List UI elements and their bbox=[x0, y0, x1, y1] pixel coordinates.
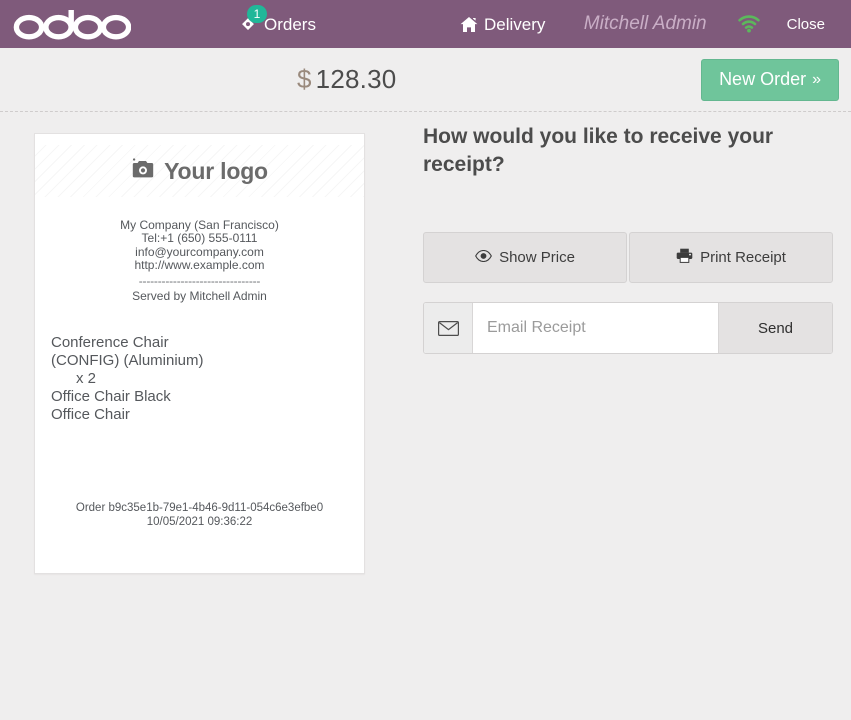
company-phone: Tel:+1 (650) 555-0111 bbox=[141, 231, 258, 246]
order-datetime: 10/05/2021 09:36:22 bbox=[146, 516, 253, 528]
eye-icon bbox=[475, 249, 492, 266]
show-price-label: Show Price bbox=[499, 249, 575, 266]
new-order-label: New Order bbox=[719, 69, 807, 89]
orders-button[interactable]: 1 Orders bbox=[224, 0, 330, 48]
total-value: 128.30 bbox=[315, 64, 397, 94]
currency-symbol: $ bbox=[297, 64, 312, 94]
orderline-product: (CONFIG) (Aluminium) bbox=[51, 351, 204, 369]
receipt-divider-top: -------------------------------- bbox=[138, 273, 261, 288]
receipt-logo-text: Your logo bbox=[164, 157, 268, 184]
email-receipt-input[interactable] bbox=[473, 303, 718, 353]
printer-icon bbox=[676, 248, 693, 267]
company-name: My Company (San Francisco) bbox=[120, 218, 279, 232]
orderline-product: Office Chair Black bbox=[51, 387, 171, 405]
new-order-button[interactable]: New Order » bbox=[701, 58, 839, 101]
topbar-right-group: Mitchell Admin Close bbox=[568, 0, 851, 48]
order-reference: Order b9c35e1b-79e1-4b46-9d11-054c6e3efb… bbox=[75, 502, 324, 514]
chevron-double-right-icon: » bbox=[812, 70, 821, 88]
orders-count-badge: 1 bbox=[247, 5, 267, 23]
print-receipt-label: Print Receipt bbox=[700, 249, 786, 266]
send-email-button[interactable]: Send bbox=[718, 303, 832, 353]
delivery-button[interactable]: Delivery bbox=[446, 0, 559, 48]
receipt-actions-panel: How would you like to receive your recei… bbox=[423, 112, 833, 354]
receipt-orderlines: Conference Chair (CONFIG) (Aluminium) x … bbox=[35, 334, 364, 424]
home-icon bbox=[460, 16, 478, 33]
orderline-product: Conference Chair bbox=[51, 333, 169, 351]
current-user-name[interactable]: Mitchell Admin bbox=[568, 13, 723, 35]
pos-top-header: 1 Orders Delivery Mitchell Admin Close bbox=[0, 0, 851, 48]
wifi-icon[interactable] bbox=[723, 15, 775, 33]
odoo-logo[interactable] bbox=[8, 8, 136, 40]
delivery-label: Delivery bbox=[483, 14, 546, 34]
receipt-served-by: Served by Mitchell Admin bbox=[132, 288, 267, 303]
receipt-logo-placeholder: Your logo bbox=[35, 145, 364, 197]
close-button[interactable]: Close bbox=[775, 16, 837, 33]
receipt-action-buttons: Show Price Print Receipt bbox=[423, 232, 833, 283]
pos-subheader: $128.30 New Order » bbox=[0, 48, 851, 112]
show-price-button[interactable]: Show Price bbox=[423, 232, 627, 283]
pos-receipt-screen: Your logo My Company (San Francisco) Tel… bbox=[0, 112, 851, 720]
print-receipt-button[interactable]: Print Receipt bbox=[629, 232, 833, 283]
company-email: info@yourcompany.com bbox=[135, 244, 264, 259]
tag-icon: 1 bbox=[238, 5, 267, 34]
camera-icon bbox=[131, 157, 155, 185]
orderline-quantity: x 2 bbox=[76, 369, 97, 387]
company-website: http://www.example.com bbox=[134, 258, 265, 273]
receipt-footer: Order b9c35e1b-79e1-4b46-9d11-054c6e3efb… bbox=[35, 501, 364, 529]
order-total-amount: $128.30 bbox=[297, 64, 396, 95]
receipt-preview-card: Your logo My Company (San Francisco) Tel… bbox=[34, 133, 365, 574]
receipt-company-info: My Company (San Francisco) Tel:+1 (650) … bbox=[35, 218, 364, 273]
orderline-product: Office Chair bbox=[51, 405, 130, 423]
email-receipt-row: Send bbox=[423, 302, 833, 354]
envelope-icon bbox=[424, 303, 473, 353]
panel-title: How would you like to receive your recei… bbox=[423, 125, 774, 176]
orders-label: Orders bbox=[264, 14, 316, 34]
topbar-nav: 1 Orders Delivery bbox=[136, 0, 568, 48]
